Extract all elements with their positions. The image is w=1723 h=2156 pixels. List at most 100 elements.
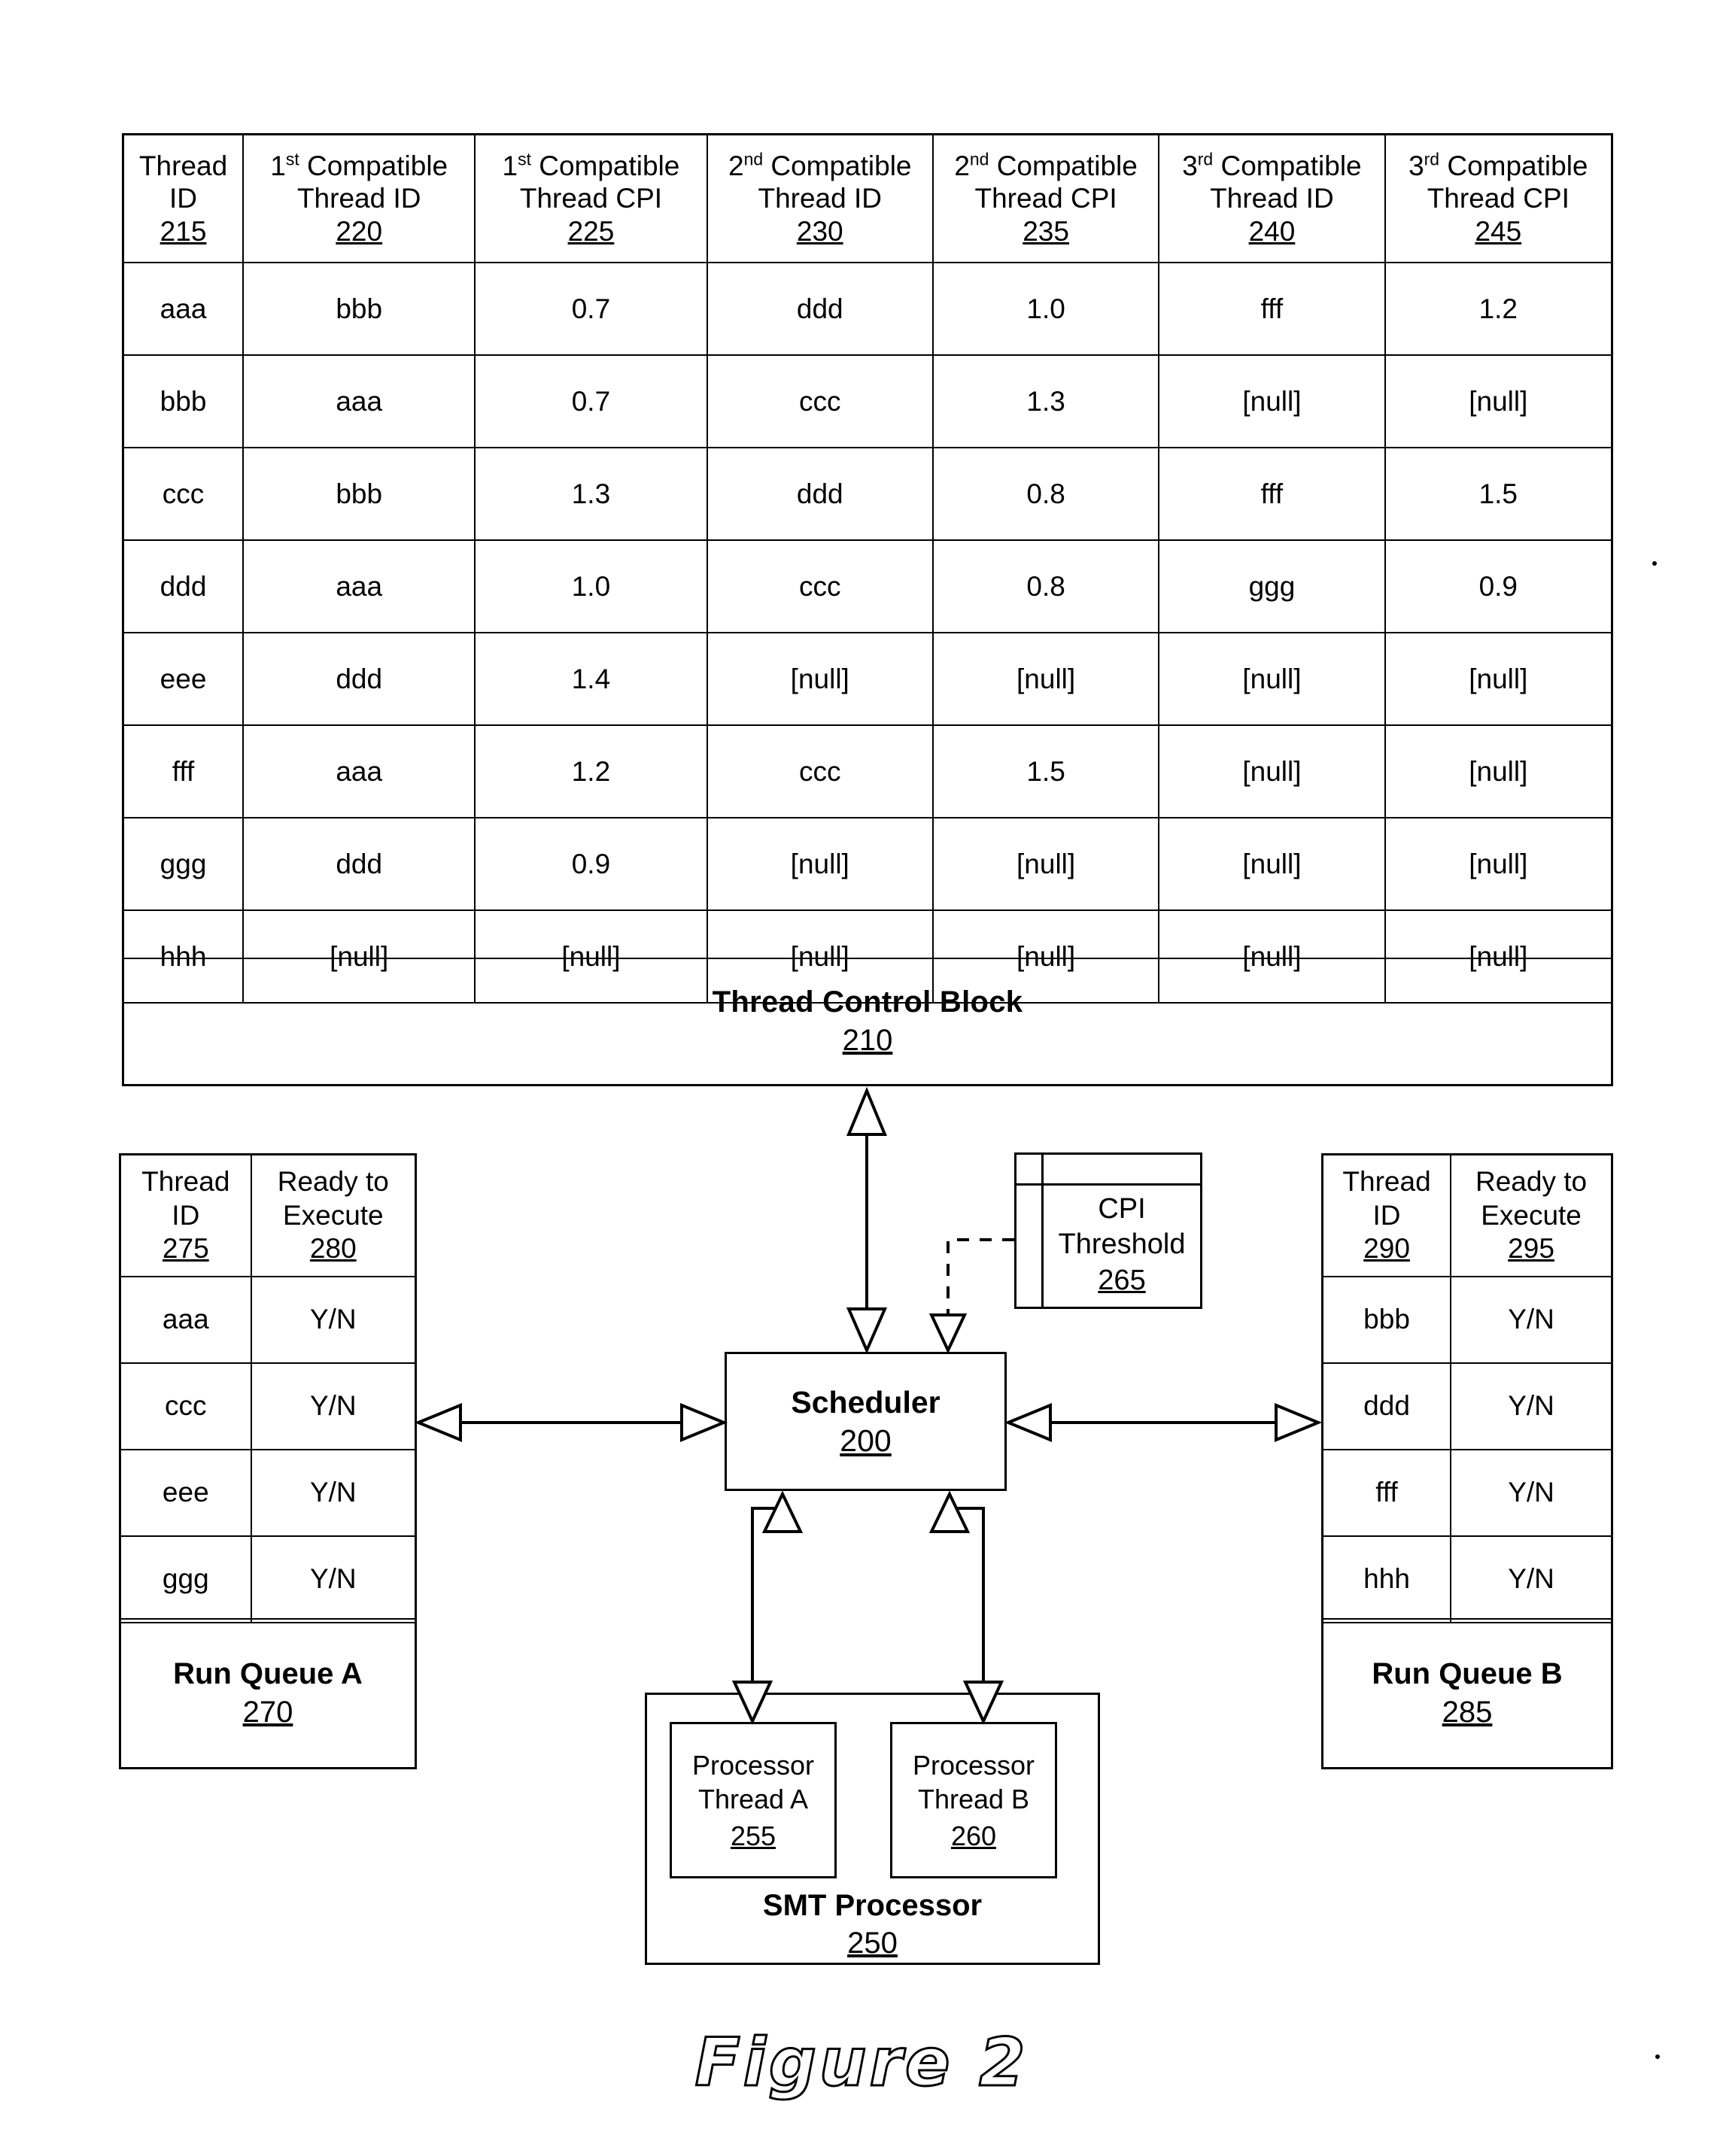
table-cell: [null] (1384, 632, 1611, 726)
processor-thread-a-ref: 255 (730, 1820, 776, 1851)
header-ref: 235 (1023, 215, 1069, 247)
table-row: bbb aaa 0.7 ccc 1.3 [null] [null] (124, 354, 1611, 448)
table-row: ddd Y/N (1323, 1362, 1611, 1450)
run-queue-a-table: Thread ID 275 Ready to Execute 280 aaa Y/N ccc Y/… (121, 1155, 415, 1623)
header-line-2: Thread ID (296, 183, 421, 214)
arrowhead-left-scheduler (1004, 1403, 1052, 1442)
table-cell: aaa (242, 539, 476, 633)
smt-processor-caption: SMT Processor 250 (647, 1889, 1098, 1960)
column-header-240: 3rd Compatible Thread ID 240 (1158, 135, 1386, 263)
table-cell: ddd (124, 539, 245, 633)
table-cell: 1.5 (1384, 447, 1611, 541)
table-cell: eee (124, 632, 245, 726)
header-line-1: 1st Compatible (270, 149, 448, 181)
table-header-row: Thread ID 290 Ready to Execute 295 (1323, 1155, 1611, 1277)
processor-thread-a-box: Processor Thread A 255 (670, 1722, 837, 1878)
header-line-1: Thread (141, 1166, 230, 1198)
header-line-1: 2nd Compatible (728, 149, 912, 181)
scheduler-title: Scheduler (791, 1384, 941, 1420)
table-cell: bbb (242, 447, 476, 541)
table-cell: ddd (706, 262, 934, 356)
table-cell: 1.4 (474, 632, 708, 726)
header-ref: 275 (162, 1233, 209, 1265)
table-cell: [null] (1158, 354, 1386, 448)
table-row: eee Y/N (121, 1449, 415, 1537)
column-header-280: Ready to Execute 280 (250, 1155, 415, 1277)
scheduler-box: Scheduler 200 (725, 1352, 1007, 1491)
table-cell: [null] (1384, 817, 1611, 911)
column-header-225: 1st Compatible Thread CPI 225 (474, 135, 708, 263)
table-cell: [null] (1158, 724, 1386, 818)
header-line-2: ID (172, 1199, 200, 1231)
cpi-threshold-box: CPI Threshold 265 (1014, 1152, 1202, 1309)
table-cell: ccc (124, 447, 245, 541)
thread-control-block: Thread ID 215 1st Compatible Thread ID 220 1st… (122, 133, 1613, 1086)
table-cell: aaa (242, 354, 476, 448)
cpi-threshold-line2: Threshold (1058, 1228, 1186, 1261)
table-cell: 1.3 (474, 447, 708, 541)
table-cell: ccc (706, 354, 934, 448)
cpi-threshold-body: CPI Threshold 265 (1044, 1183, 1200, 1307)
header-ref: 240 (1248, 215, 1296, 247)
table-cell: Y/N (250, 1362, 415, 1450)
table-cell: aaa (242, 724, 476, 818)
arrow-processor-a-scheduler (751, 1499, 784, 1696)
table-cell: bbb (242, 262, 476, 356)
table-cell: 0.7 (474, 354, 708, 448)
header-line-2: Thread CPI (519, 183, 663, 214)
table-cell: 1.0 (474, 539, 708, 633)
thread-control-block-caption: Thread Control Block 210 (124, 958, 1611, 1084)
page-mark-bottom-right (1655, 2054, 1660, 2059)
table-row: ddd aaa 1.0 ccc 0.8 ggg 0.9 (124, 539, 1611, 633)
table-row: aaa bbb 0.7 ddd 1.0 fff 1.2 (124, 262, 1611, 356)
run-queue-b-caption: Run Queue B 285 (1323, 1618, 1611, 1767)
column-header-295: Ready to Execute 295 (1450, 1155, 1611, 1277)
cpi-threshold-line1: CPI (1098, 1192, 1146, 1225)
header-line-1: 2nd Compatible (954, 149, 1138, 181)
run-queue-a: Thread ID 275 Ready to Execute 280 aaa Y/N ccc Y/… (119, 1153, 417, 1769)
thread-control-block-ref: 210 (842, 1024, 893, 1057)
thread-control-block-table: Thread ID 215 1st Compatible Thread ID 220 1st… (124, 135, 1611, 1004)
figure-caption: Figure 2 (694, 2023, 1029, 2103)
table-row: ccc Y/N (121, 1362, 415, 1450)
arrowhead-up-scheduler-right (928, 1490, 971, 1533)
run-queue-b-ref: 285 (1442, 1696, 1493, 1729)
table-row: ccc bbb 1.3 ddd 0.8 fff 1.5 (124, 447, 1611, 541)
smt-processor-title: SMT Processor (762, 1889, 983, 1922)
arrowhead-down-scheduler-1 (846, 1307, 888, 1355)
table-cell: aaa (124, 262, 245, 356)
run-queue-b: Thread ID 290 Ready to Execute 295 bbb Y/N ddd Y/… (1321, 1153, 1613, 1769)
arrowhead-left-queue-a (414, 1403, 462, 1442)
run-queue-a-caption: Run Queue A 270 (121, 1618, 415, 1767)
header-ref: 290 (1363, 1233, 1410, 1265)
table-cell: 1.3 (931, 354, 1160, 448)
column-header-215: Thread ID 215 (124, 135, 245, 263)
table-cell: Y/N (1450, 1276, 1611, 1364)
processor-thread-b-line2: Thread B (917, 1783, 1030, 1814)
table-cell: Y/N (250, 1449, 415, 1537)
table-cell: 0.8 (931, 447, 1160, 541)
table-cell: 1.5 (931, 724, 1160, 818)
cpi-threshold-side-strip (1016, 1155, 1044, 1307)
table-cell: [null] (1384, 724, 1611, 818)
table-row: bbb Y/N (1323, 1276, 1611, 1364)
arrowhead-right-queue-b (1275, 1403, 1323, 1442)
table-header-row: Thread ID 275 Ready to Execute 280 (121, 1155, 415, 1277)
table-cell: [null] (931, 632, 1160, 726)
cpi-threshold-ref: 265 (1098, 1264, 1146, 1296)
processor-thread-a-line1: Processor (691, 1749, 815, 1781)
header-line-2: Thread ID (1210, 183, 1334, 214)
header-ref: 215 (160, 215, 207, 247)
column-header-235: 2nd Compatible Thread CPI 235 (931, 135, 1160, 263)
table-header-row: Thread ID 215 1st Compatible Thread ID 220 1st… (124, 135, 1611, 263)
header-line-2: ID (169, 183, 198, 214)
header-line-1: 1st Compatible (502, 149, 680, 181)
table-cell: fff (1158, 447, 1386, 541)
processor-thread-b-line1: Processor (912, 1749, 1035, 1781)
table-cell: [null] (1158, 632, 1386, 726)
table-row: hhh Y/N (1323, 1535, 1611, 1623)
table-cell: ggg (121, 1535, 252, 1623)
column-header-290: Thread ID 290 (1323, 1155, 1452, 1277)
scheduler-ref: 200 (840, 1423, 892, 1458)
smt-processor-box: Processor Thread A 255 Processor Thread … (645, 1693, 1100, 1965)
